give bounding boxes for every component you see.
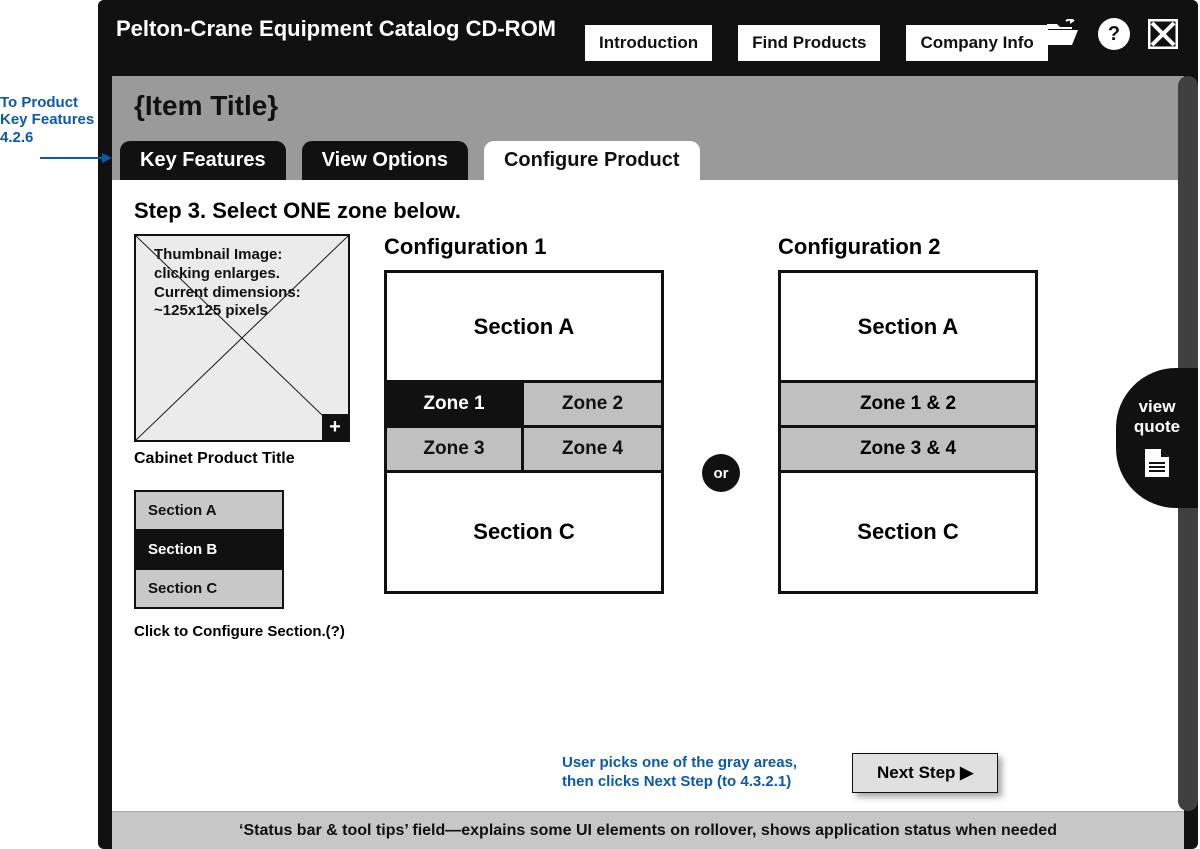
annotation-keyfeatures: To Product Key Features 4.2.6 — [0, 94, 96, 146]
step-heading: Step 3. Select ONE zone below. — [134, 198, 1162, 224]
tabs: Key Features View Options Configure Prod… — [120, 141, 700, 180]
left-column: Thumbnail Image: clicking enlarges. Curr… — [134, 234, 350, 640]
nav-buttons: Introduction Find Products Company Info — [584, 24, 1049, 62]
next-step-button[interactable]: Next Step ▶ — [852, 753, 998, 793]
or-badge: or — [702, 454, 740, 492]
config1-section-a: Section A — [387, 273, 661, 383]
tab-configure-product[interactable]: Configure Product — [484, 141, 700, 180]
mini-section-c[interactable]: Section C — [134, 570, 284, 609]
thumbnail-image[interactable]: Thumbnail Image: clicking enlarges. Curr… — [134, 234, 350, 442]
nav-company-info[interactable]: Company Info — [905, 24, 1048, 62]
configuration-2-table: Section A Zone 1 & 2 Zone 3 & 4 Section … — [778, 270, 1038, 594]
configuration-2-title: Configuration 2 — [778, 234, 1038, 260]
body-region: {Item Title} Key Features View Options C… — [112, 76, 1184, 849]
config1-zone-4[interactable]: Zone 4 — [524, 428, 661, 473]
mini-section-a[interactable]: Section A — [134, 490, 284, 531]
nav-introduction[interactable]: Introduction — [584, 24, 713, 62]
helper-note: User picks one of the gray areas, then c… — [562, 754, 832, 792]
annotation-arrow-icon — [40, 150, 112, 166]
page-header: {Item Title} Key Features View Options C… — [112, 76, 1184, 180]
mini-caption: Click to Configure Section.(?) — [134, 623, 350, 640]
configuration-1-table: Section A Zone 1 Zone 2 Zone 3 Zone 4 Se… — [384, 270, 664, 594]
open-folder-icon[interactable] — [1044, 19, 1080, 49]
close-icon[interactable] — [1148, 19, 1178, 49]
configuration-1: Configuration 1 Section A Zone 1 Zone 2 … — [384, 234, 664, 594]
tab-key-features[interactable]: Key Features — [120, 141, 286, 180]
app-frame: Pelton-Crane Equipment Catalog CD-ROM In… — [98, 0, 1198, 849]
top-icons: ? — [1044, 18, 1178, 50]
enlarge-plus-icon[interactable]: + — [322, 414, 348, 440]
config1-zone-1[interactable]: Zone 1 — [387, 383, 524, 428]
mini-section-b[interactable]: Section B — [134, 531, 284, 570]
cabinet-product-title: Cabinet Product Title — [134, 450, 350, 468]
top-bar: Pelton-Crane Equipment Catalog CD-ROM In… — [98, 0, 1198, 76]
config1-zone-2[interactable]: Zone 2 — [524, 383, 661, 428]
config1-zone-3[interactable]: Zone 3 — [387, 428, 524, 473]
config2-zone-3-4[interactable]: Zone 3 & 4 — [781, 428, 1035, 473]
nav-find-products[interactable]: Find Products — [737, 24, 881, 62]
app-title: Pelton-Crane Equipment Catalog CD-ROM — [116, 16, 556, 42]
footer-row: User picks one of the gray areas, then c… — [112, 753, 1184, 793]
tab-view-options[interactable]: View Options — [302, 141, 468, 180]
config2-section-a: Section A — [781, 273, 1035, 383]
configuration-1-title: Configuration 1 — [384, 234, 664, 260]
thumbnail-caption: Thumbnail Image: clicking enlarges. Curr… — [154, 246, 330, 321]
content: Step 3. Select ONE zone below. Thumbnail… — [112, 180, 1184, 811]
help-icon[interactable]: ? — [1098, 18, 1130, 50]
config1-section-c: Section C — [387, 473, 661, 591]
config2-section-c: Section C — [781, 473, 1035, 591]
configuration-2: Configuration 2 Section A Zone 1 & 2 Zon… — [778, 234, 1038, 594]
config2-zone-1-2[interactable]: Zone 1 & 2 — [781, 383, 1035, 428]
view-quote-label: view quote — [1116, 397, 1198, 436]
document-icon — [1143, 447, 1171, 479]
mini-section-selector: Section A Section B Section C — [134, 490, 284, 609]
status-bar: ‘Status bar & tool tips’ field—explains … — [112, 811, 1184, 849]
or-separator: or — [698, 454, 744, 492]
page-title: {Item Title} — [134, 90, 278, 122]
